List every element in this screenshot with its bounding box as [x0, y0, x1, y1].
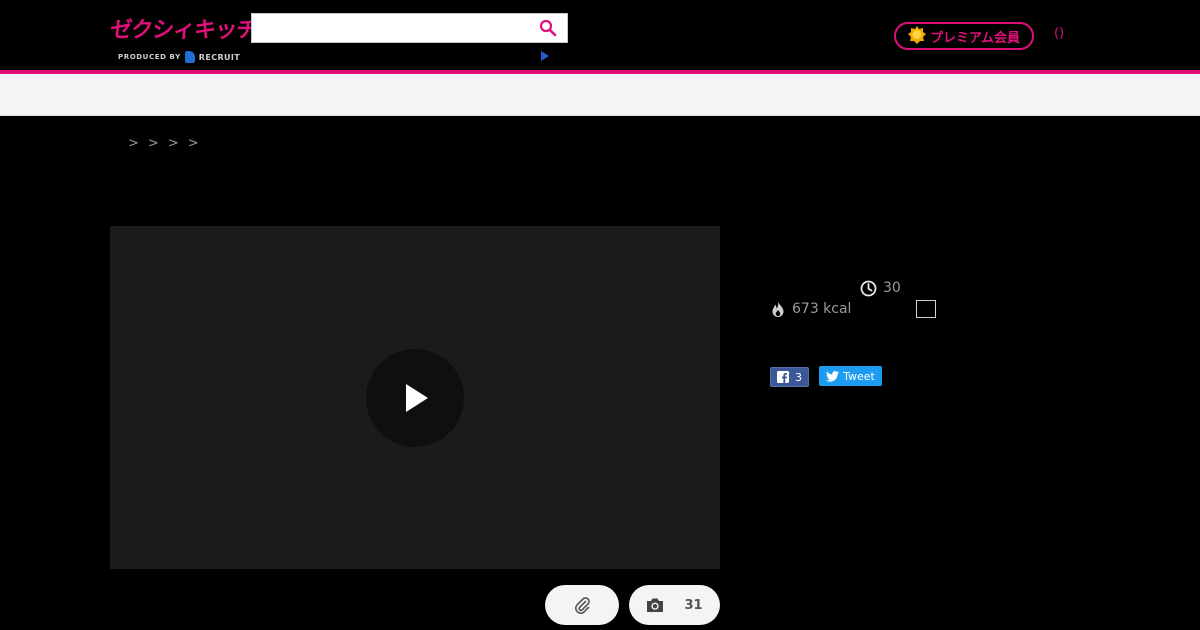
facebook-icon	[777, 371, 789, 383]
photo-count: 31	[684, 597, 703, 613]
calories-value: 673 kcal	[792, 301, 852, 317]
search-icon	[539, 19, 557, 37]
recruit-label: RECRUIT	[198, 52, 241, 62]
search-button[interactable]	[539, 19, 559, 39]
play-button[interactable]	[366, 349, 464, 447]
breadcrumb: > > > >	[128, 136, 199, 154]
recipe-video-player[interactable]	[110, 226, 720, 569]
breadcrumb-separator: >	[147, 136, 159, 151]
play-icon	[406, 384, 428, 412]
camera-icon	[647, 598, 664, 612]
global-nav-bar	[0, 74, 1200, 116]
tsukurepo-photo-button[interactable]: 31	[629, 585, 720, 625]
calories: 673 kcal	[770, 300, 851, 318]
search-box	[251, 13, 568, 43]
recruit-logo-icon	[184, 51, 195, 63]
premium-member-button[interactable]: プレミアム会員	[894, 22, 1034, 50]
premium-member-label: プレミアム会員	[929, 30, 1021, 46]
info-box[interactable]	[916, 300, 936, 318]
flame-icon	[772, 301, 784, 317]
ad-choices-arrow-icon[interactable]	[540, 50, 550, 62]
breadcrumb-separator: >	[128, 136, 139, 151]
tweet-button[interactable]: Tweet	[819, 366, 882, 386]
twitter-icon	[826, 370, 840, 382]
clock-icon	[860, 280, 877, 296]
tweet-label: Tweet	[843, 369, 875, 383]
paperclip-icon	[575, 597, 590, 614]
facebook-share-button[interactable]: 3	[770, 367, 809, 387]
breadcrumb-separator: >	[167, 136, 179, 151]
clip-recipe-button[interactable]	[545, 585, 619, 625]
cooking-time-value: 30	[883, 280, 901, 296]
facebook-share-count: 3	[795, 370, 802, 384]
produced-by-recruit: PRODUCED BY RECRUIT	[118, 50, 240, 64]
premium-medal-icon	[907, 26, 926, 44]
site-logo[interactable]: ゼクシィキッチン	[108, 14, 280, 48]
produced-by-label: PRODUCED BY	[118, 53, 181, 61]
search-input[interactable]	[252, 14, 548, 42]
breadcrumb-separator: >	[187, 136, 199, 151]
cooking-time: 30	[860, 279, 901, 297]
account-link[interactable]: ()	[1054, 26, 1064, 41]
